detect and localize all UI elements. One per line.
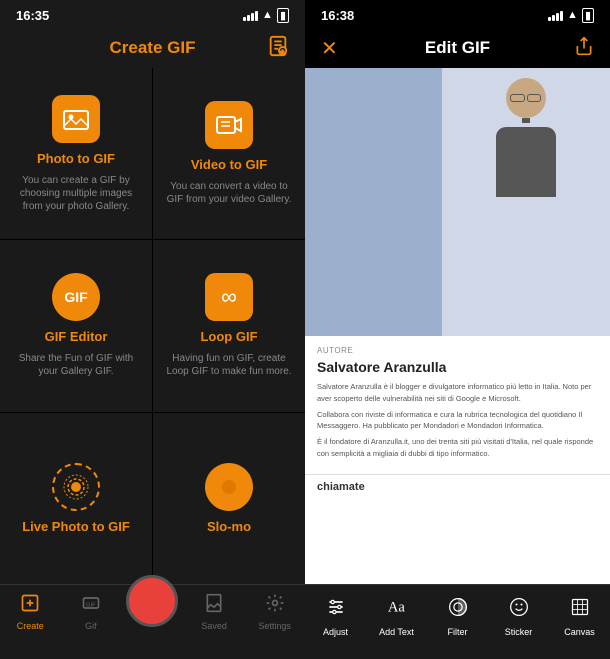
settings-icon — [265, 593, 285, 618]
feature-grid: Photo to GIF You can create a GIF by cho… — [0, 68, 305, 584]
chiamate-text: chiamate — [317, 481, 365, 493]
article-tag: AUTORE — [317, 346, 598, 355]
add-text-label: Add Text — [379, 627, 414, 637]
settings-tab-label: Settings — [258, 621, 291, 631]
article-body: Salvatore Aranzulla è il blogger e divul… — [317, 381, 598, 459]
photo-to-gif-desc: You can create a GIF by choosing multipl… — [10, 174, 142, 213]
edit-toolbar: Adjust Aa Add Text Filter — [305, 584, 610, 659]
grid-item-gif-editor[interactable]: GIF GIF Editor Share the Fun of GIF with… — [0, 240, 152, 411]
grid-item-video-to-gif[interactable]: Video to GIF You can convert a video to … — [153, 68, 305, 239]
video-to-gif-desc: You can convert a video to GIF from your… — [163, 180, 295, 206]
status-icons-right: ▲ ▮ — [548, 8, 594, 23]
time-right: 16:38 — [321, 8, 354, 23]
tool-canvas[interactable]: Canvas — [556, 597, 604, 637]
close-button[interactable]: ✕ — [321, 36, 338, 61]
article-body-3: È il fondatore di Aranzulla.it, uno dei … — [317, 436, 598, 459]
article-bg-left — [305, 68, 442, 336]
right-screen: 16:38 ▲ ▮ ✕ Edit GIF — [305, 0, 610, 659]
signal-icon-right — [548, 9, 563, 21]
record-button[interactable] — [126, 575, 178, 627]
left-nav-title: Create GIF — [110, 38, 196, 58]
time-left: 16:35 — [16, 8, 49, 23]
saved-icon — [204, 593, 224, 618]
tool-sticker[interactable]: Sticker — [495, 597, 543, 637]
create-icon — [20, 593, 40, 618]
photo-to-gif-label: Photo to GIF — [37, 151, 115, 166]
filter-icon — [448, 597, 468, 622]
person-head — [506, 78, 546, 118]
filter-label: Filter — [448, 627, 468, 637]
article-image-content — [442, 68, 610, 336]
tab-settings[interactable]: Settings — [250, 593, 300, 631]
live-photo-label: Live Photo to GIF — [22, 519, 130, 534]
signal-icon — [243, 9, 258, 21]
article-body-1: Salvatore Aranzulla è il blogger e divul… — [317, 381, 598, 404]
record-button-wrap[interactable] — [126, 575, 178, 627]
svg-text:Aa: Aa — [387, 600, 404, 616]
video-to-gif-label: Video to GIF — [191, 157, 267, 172]
status-bar-right: 16:38 ▲ ▮ — [305, 0, 610, 28]
tab-bar-left: Create GIF Gif Saved — [0, 584, 305, 659]
gif-editor-desc: Share the Fun of GIF with your Gallery G… — [10, 352, 142, 378]
loop-icon: ∞ — [205, 273, 253, 321]
grid-item-slo-mo[interactable]: Slo-mo — [153, 413, 305, 584]
sticker-label: Sticker — [505, 627, 533, 637]
share-button[interactable] — [574, 36, 594, 61]
nav-bar-left: Create GIF + — [0, 28, 305, 68]
battery-icon: ▮ — [277, 8, 289, 23]
tab-create[interactable]: Create — [5, 593, 55, 631]
tool-adjust[interactable]: Adjust — [312, 597, 360, 637]
article-body-2: Collabora con riviste di informatica e c… — [317, 409, 598, 432]
tool-add-text[interactable]: Aa Add Text — [373, 597, 421, 637]
article-author: Salvatore Aranzulla — [317, 359, 598, 375]
live-photo-icon — [52, 463, 100, 511]
chiamate-bar: chiamate — [305, 474, 610, 499]
wifi-icon-right: ▲ — [567, 9, 578, 21]
gif-tab-icon: GIF — [81, 593, 101, 618]
slo-mo-icon — [205, 463, 253, 511]
adjust-icon — [326, 597, 346, 622]
gif-tab-label: Gif — [85, 621, 97, 631]
nav-bar-right: ✕ Edit GIF — [305, 28, 610, 68]
person-figure — [486, 78, 566, 188]
video-icon — [205, 101, 253, 149]
left-screen: 16:35 ▲ ▮ Create GIF + — [0, 0, 305, 659]
person-body — [496, 127, 556, 197]
saved-tab-label: Saved — [201, 621, 227, 631]
svg-text:GIF: GIF — [86, 602, 96, 608]
tool-filter[interactable]: Filter — [434, 597, 482, 637]
slo-mo-label: Slo-mo — [207, 519, 251, 534]
canvas-label: Canvas — [564, 627, 595, 637]
history-icon[interactable]: + — [267, 35, 289, 62]
gif-editor-icon: GIF — [52, 273, 100, 321]
wifi-icon: ▲ — [262, 9, 273, 21]
tab-saved[interactable]: Saved — [189, 593, 239, 631]
article-image — [305, 68, 610, 336]
loop-gif-label: Loop GIF — [200, 329, 257, 344]
tab-gif[interactable]: GIF Gif — [66, 593, 116, 631]
grid-item-photo-to-gif[interactable]: Photo to GIF You can create a GIF by cho… — [0, 68, 152, 239]
gif-editor-label: GIF Editor — [45, 329, 108, 344]
right-nav-title: Edit GIF — [425, 38, 490, 58]
photo-icon — [52, 95, 100, 143]
create-tab-label: Create — [17, 621, 44, 631]
sticker-icon — [509, 597, 529, 622]
add-text-icon: Aa — [386, 597, 408, 622]
article-text-area: AUTORE Salvatore Aranzulla Salvatore Ara… — [305, 336, 610, 474]
battery-icon-right: ▮ — [582, 8, 594, 23]
grid-item-live-photo[interactable]: Live Photo to GIF — [0, 413, 152, 584]
canvas-icon — [570, 597, 590, 622]
svg-text:+: + — [281, 49, 284, 55]
status-icons-left: ▲ ▮ — [243, 8, 289, 23]
loop-gif-desc: Having fun on GIF, create Loop GIF to ma… — [163, 352, 295, 378]
canvas-area: AUTORE Salvatore Aranzulla Salvatore Ara… — [305, 68, 610, 584]
adjust-label: Adjust — [323, 627, 348, 637]
article-preview: AUTORE Salvatore Aranzulla Salvatore Ara… — [305, 68, 610, 584]
grid-item-loop-gif[interactable]: ∞ Loop GIF Having fun on GIF, create Loo… — [153, 240, 305, 411]
status-bar-left: 16:35 ▲ ▮ — [0, 0, 305, 28]
